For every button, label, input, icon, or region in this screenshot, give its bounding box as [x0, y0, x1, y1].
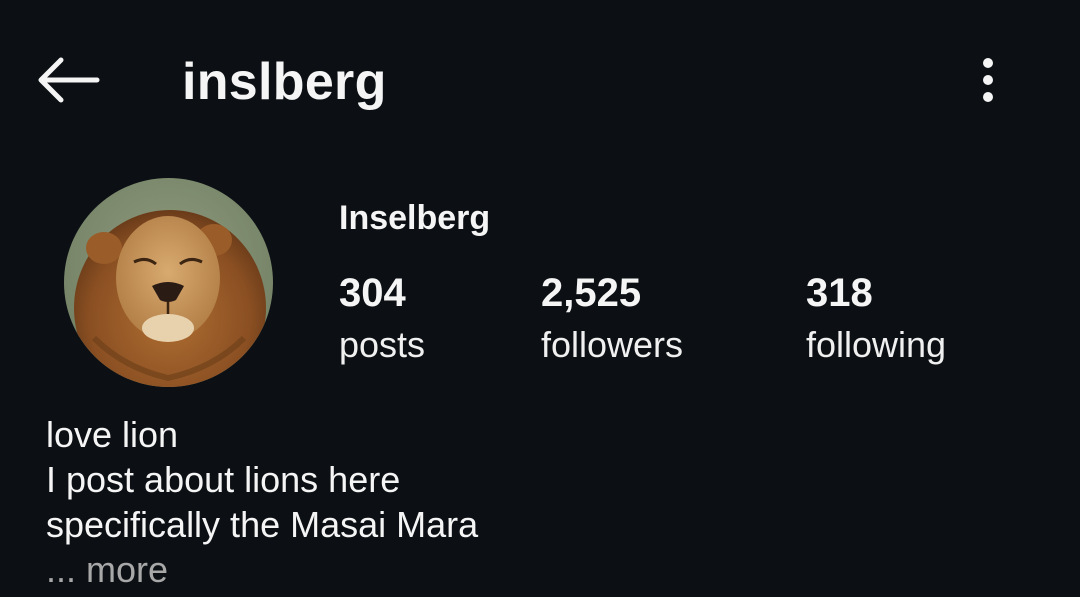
- following-label: following: [806, 324, 947, 365]
- bio: love lion I post about lions here specif…: [46, 412, 478, 592]
- bio-line: love lion: [46, 414, 179, 455]
- lion-profile-photo: [64, 178, 273, 387]
- back-button[interactable]: [34, 52, 102, 108]
- bio-line: specifically the Masai Mara: [46, 504, 479, 545]
- more-options-button[interactable]: [966, 54, 1010, 106]
- following-stat[interactable]: 318 following: [806, 270, 946, 366]
- back-arrow-icon: [38, 57, 100, 103]
- followers-count: 2,525: [541, 271, 642, 315]
- posts-stat[interactable]: 304 posts: [339, 270, 425, 366]
- avatar[interactable]: [64, 178, 273, 387]
- profile-page: inslberg Inselberg 304 posts 2,525 follo…: [0, 0, 1080, 597]
- bio-more-link[interactable]: ... more: [46, 547, 478, 592]
- bio-line: I post about lions here: [46, 459, 401, 500]
- posts-label: posts: [339, 324, 426, 365]
- profile-username: inslberg: [182, 53, 387, 111]
- more-vertical-icon: [983, 58, 993, 102]
- display-name: Inselberg: [339, 199, 491, 237]
- followers-label: followers: [541, 324, 684, 365]
- posts-count: 304: [339, 271, 406, 315]
- following-count: 318: [806, 271, 873, 315]
- followers-stat[interactable]: 2,525 followers: [541, 270, 683, 366]
